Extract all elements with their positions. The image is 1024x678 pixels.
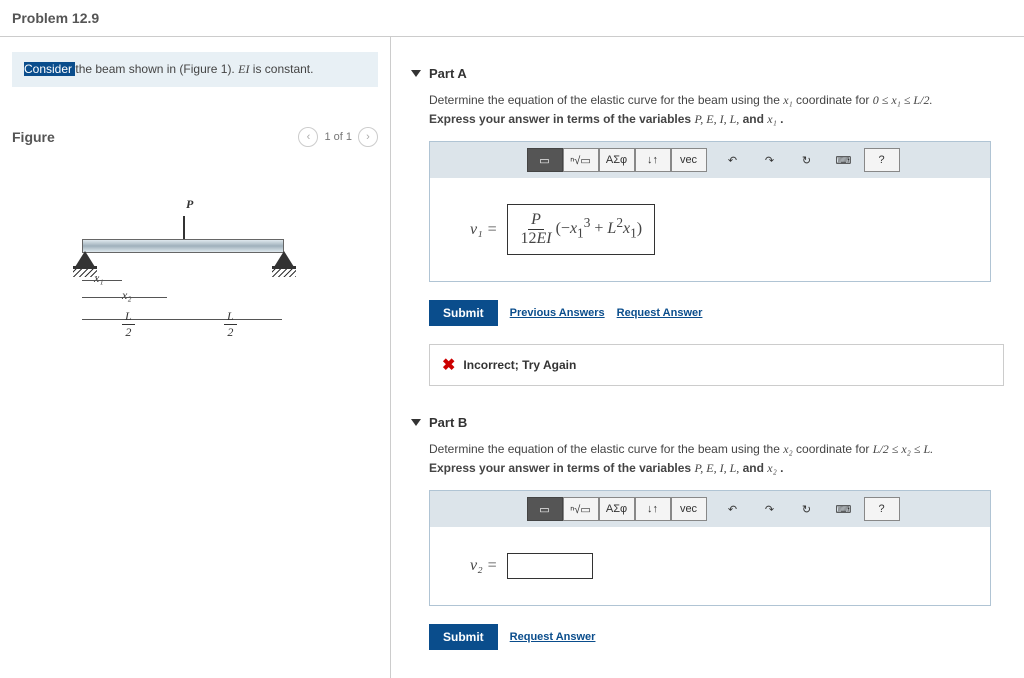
- problem-title: Problem 12.9: [0, 0, 1024, 37]
- part-a-title: Part A: [429, 66, 467, 81]
- left-pane: Consider the beam shown in (Figure 1). E…: [0, 37, 391, 678]
- help-button[interactable]: ?: [864, 148, 900, 172]
- symbols-tool[interactable]: ΑΣφ: [599, 497, 635, 521]
- redo-button[interactable]: ↷: [753, 149, 787, 171]
- figure-pager: ‹ 1 of 1 ›: [298, 127, 378, 147]
- part-a-feedback: ✖ Incorrect; Try Again: [429, 344, 1004, 386]
- subscript-tool[interactable]: ↓↑: [635, 148, 671, 172]
- incorrect-icon: ✖: [442, 355, 455, 375]
- keyboard-button[interactable]: ⌨: [827, 149, 861, 171]
- vector-tool[interactable]: vec: [671, 148, 707, 172]
- vector-tool[interactable]: vec: [671, 497, 707, 521]
- part-a-input-panel: ▭ ⁿ√▭ ΑΣφ ↓↑ vec ↶ ↷ ↻ ⌨ ? v₁ =: [429, 141, 991, 282]
- part-b: Part B Determine the equation of the ela…: [411, 411, 1004, 658]
- subscript-tool[interactable]: ↓↑: [635, 497, 671, 521]
- part-a-equation-input[interactable]: P12EI (−x13 + L2x1): [507, 204, 655, 255]
- part-a-express: Express your answer in terms of the vari…: [429, 112, 1004, 127]
- symbols-tool[interactable]: ΑΣφ: [599, 148, 635, 172]
- undo-button[interactable]: ↶: [716, 498, 750, 520]
- pager-next-button[interactable]: ›: [358, 127, 378, 147]
- part-a-lhs: v₁ =: [470, 221, 497, 239]
- right-pane: Part A Determine the equation of the ela…: [391, 37, 1024, 678]
- part-b-equation-input[interactable]: [507, 553, 593, 579]
- equation-toolbar: ▭ ⁿ√▭ ΑΣφ ↓↑ vec ↶ ↷ ↻ ⌨ ?: [430, 491, 990, 527]
- pager-text: 1 of 1: [324, 131, 352, 143]
- undo-button[interactable]: ↶: [716, 149, 750, 171]
- template-tool[interactable]: ▭: [527, 497, 563, 521]
- part-b-lhs: v₂ =: [470, 557, 497, 575]
- part-b-title: Part B: [429, 415, 467, 430]
- feedback-text: Incorrect; Try Again: [463, 358, 576, 372]
- sqrt-tool[interactable]: ⁿ√▭: [563, 148, 599, 172]
- part-b-input-panel: ▭ ⁿ√▭ ΑΣφ ↓↑ vec ↶ ↷ ↻ ⌨ ? v₂ =: [429, 490, 991, 606]
- part-b-express: Express your answer in terms of the vari…: [429, 461, 1004, 476]
- part-b-prompt: Determine the equation of the elastic cu…: [429, 442, 1004, 457]
- equation-toolbar: ▭ ⁿ√▭ ΑΣφ ↓↑ vec ↶ ↷ ↻ ⌨ ?: [430, 142, 990, 178]
- figure-label: Figure: [12, 129, 55, 145]
- part-b-toggle-icon[interactable]: [411, 419, 421, 426]
- sqrt-tool[interactable]: ⁿ√▭: [563, 497, 599, 521]
- reset-button[interactable]: ↻: [790, 498, 824, 520]
- problem-description: Consider the beam shown in (Figure 1). E…: [12, 52, 378, 87]
- reset-button[interactable]: ↻: [790, 149, 824, 171]
- part-b-request-answer-link[interactable]: Request Answer: [510, 631, 596, 643]
- part-a-prompt: Determine the equation of the elastic cu…: [429, 93, 1004, 108]
- part-a: Part A Determine the equation of the ela…: [411, 62, 1004, 386]
- part-a-request-answer-link[interactable]: Request Answer: [617, 307, 703, 319]
- keyboard-button[interactable]: ⌨: [827, 498, 861, 520]
- pager-prev-button[interactable]: ‹: [298, 127, 318, 147]
- template-tool[interactable]: ▭: [527, 148, 563, 172]
- part-a-previous-answers-link[interactable]: Previous Answers: [510, 307, 605, 319]
- help-button[interactable]: ?: [864, 497, 900, 521]
- part-a-submit-button[interactable]: Submit: [429, 300, 498, 326]
- beam-diagram: P x₁ x₂ L2 L2: [52, 211, 312, 341]
- highlighted-text: Consider: [24, 62, 75, 76]
- part-a-toggle-icon[interactable]: [411, 70, 421, 77]
- part-b-submit-button[interactable]: Submit: [429, 624, 498, 650]
- redo-button[interactable]: ↷: [753, 498, 787, 520]
